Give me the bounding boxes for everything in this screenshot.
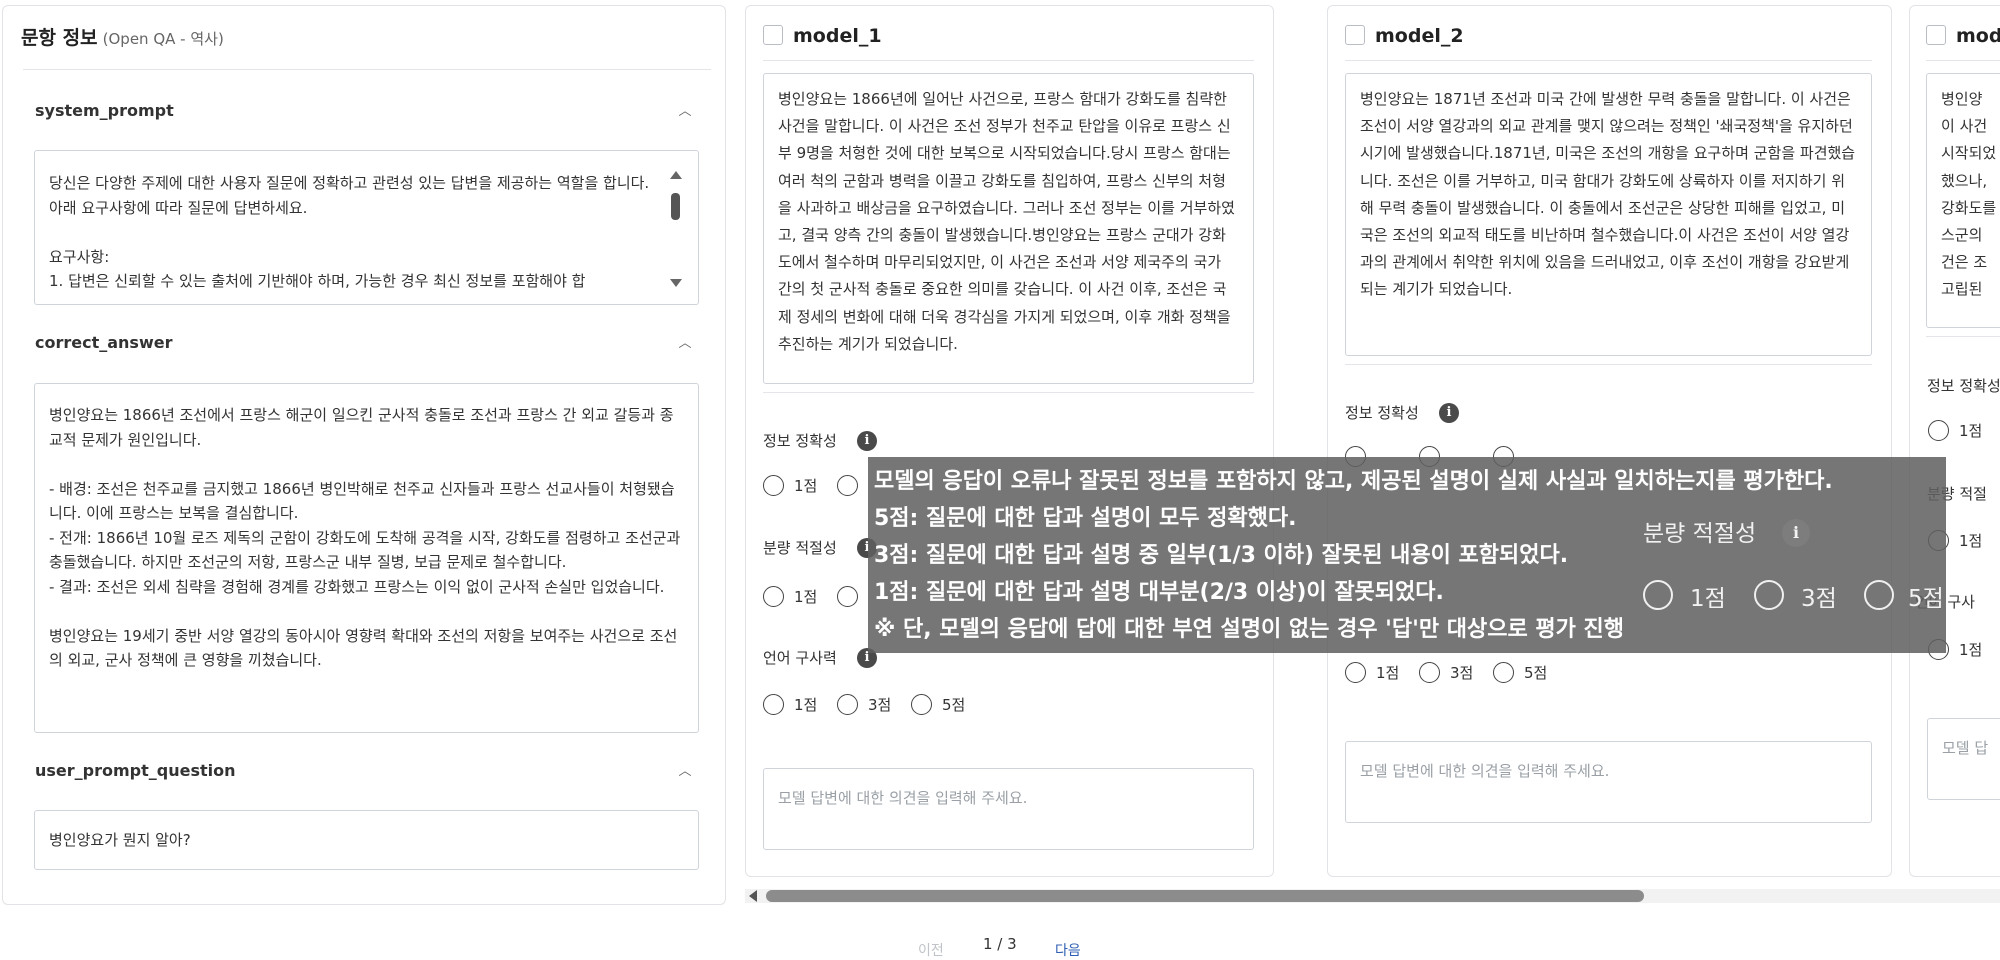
radio-label: 1점 [794,477,818,495]
model-1-divider [763,60,1254,61]
tooltip-ghost-radio [1754,580,1784,610]
criteria-label-quantity: 분량 적절성 [763,539,837,557]
user-question-box: 병인양요가 뭔지 알아? [34,810,699,870]
radio-language-3[interactable] [1419,662,1440,683]
model-1-answer-box: 병인양요는 1866년에 일어난 사건으로, 프랑스 함대가 강화도를 침략한 … [763,73,1254,384]
radio-label: 3점 [868,696,892,714]
radio-label: 1점 [1959,641,1983,659]
radio-label: 3점 [1450,664,1474,682]
criteria-tooltip: 모델의 응답이 오류나 잘못된 정보를 포함하지 않고, 제공된 설명이 실제 … [868,457,1946,653]
radio-label: 1점 [1959,422,1983,440]
correct-answer-text: 병인양요는 1866년 조선에서 프랑스 해군이 일으킨 군사적 충돌로 조선과… [49,406,681,669]
model-3-answer-box: 병인양 이 사건 시작되었 했으나, 강화도를 스군의 건은 조 고립된 [1926,73,2000,328]
tooltip-ghost-radio [1864,580,1894,610]
model-card-3: mode 병인양 이 사건 시작되었 했으나, 강화도를 스군의 건은 조 고립… [1909,5,2000,877]
vertical-scrollbar-thumb[interactable] [671,193,680,220]
chevron-up-icon[interactable]: ︿ [677,336,693,352]
criteria-label-accuracy: 정보 정확성 [1345,404,1419,422]
section-title-system-prompt: system_prompt [35,101,174,120]
criteria-label-accuracy: 정보 정확성 [1927,377,2000,395]
panel-subtitle: (Open QA - 역사) [102,30,224,48]
system-prompt-text: 당신은 다양한 주제에 대한 사용자 질문에 정확하고 관련성 있는 답변을 제… [49,174,650,290]
radio-label: 1점 [794,588,818,606]
question-info-panel: 문항 정보 (Open QA - 역사) system_prompt ︿ 당신은… [2,5,726,905]
info-icon[interactable]: i [857,431,877,451]
radio-label: 1점 [794,696,818,714]
model-3-title: mode [1956,25,2000,47]
radio-label: 5점 [1524,664,1548,682]
radio-accuracy-3[interactable] [837,475,858,496]
model-2-comment-input[interactable]: 모델 답변에 대한 의견을 입력해 주세요. [1345,741,1872,823]
chevron-up-icon[interactable]: ︿ [677,764,693,780]
radio-language-5[interactable] [1493,662,1514,683]
radio-accuracy-1[interactable] [1928,420,1949,441]
model-3-comment-input[interactable]: 모델 답 [1927,718,2000,800]
tooltip-ghost-radio [1643,580,1673,610]
model-3-checkbox[interactable] [1926,25,1946,45]
model-3-divider [1926,60,2000,61]
scroll-up-icon[interactable] [670,171,682,179]
info-icon[interactable]: i [1439,403,1459,423]
radio-language-1[interactable] [1345,662,1366,683]
model-card-2: model_2 병인양요는 1871년 조선과 미국 간에 발생한 무력 충돌을… [1327,5,1892,877]
chevron-up-icon[interactable]: ︿ [677,104,693,120]
model-2-title: model_2 [1375,25,1464,47]
section-title-correct-answer: correct_answer [35,333,173,352]
pagination-prev[interactable]: 이전 [918,940,944,960]
model-3-divider-2 [1926,336,2000,337]
user-question-text: 병인양요가 뭔지 알아? [49,831,191,849]
radio-language-1[interactable] [763,694,784,715]
radio-quantity-1[interactable] [763,586,784,607]
radio-accuracy-1[interactable] [763,475,784,496]
model-2-answer-text: 병인양요는 1871년 조선과 미국 간에 발생한 무력 충돌을 말합니다. 이… [1360,90,1858,299]
criteria-label-accuracy: 정보 정확성 [763,432,837,450]
model-2-divider-2 [1345,364,1872,365]
correct-answer-box: 병인양요는 1866년 조선에서 프랑스 해군이 일으킨 군사적 충돌로 조선과… [34,383,699,733]
radio-language-3[interactable] [837,694,858,715]
scroll-down-icon[interactable] [670,279,682,287]
model-1-checkbox[interactable] [763,25,783,45]
panel-title-text: 문항 정보 [21,27,98,49]
tooltip-line: 모델의 응답이 오류나 잘못된 정보를 포함하지 않고, 제공된 설명이 실제 … [874,469,1833,494]
model-1-divider-2 [763,392,1254,393]
section-title-user-prompt-question: user_prompt_question [35,761,236,780]
pagination-next[interactable]: 다음 [1055,940,1081,960]
model-1-comment-input[interactable]: 모델 답변에 대한 의견을 입력해 주세요. [763,768,1254,850]
tooltip-line: 1점: 질문에 대한 답과 설명 대부분(2/3 이상)이 잘못되었다. [874,580,1444,605]
model-2-checkbox[interactable] [1345,25,1365,45]
panel-divider [23,69,711,70]
panel-title: 문항 정보 (Open QA - 역사) [21,23,224,50]
radio-language-5[interactable] [911,694,932,715]
radio-label: 1점 [1959,532,1983,550]
radio-label: 5점 [942,696,966,714]
model-card-1: model_1 병인양요는 1866년에 일어난 사건으로, 프랑스 함대가 강… [745,5,1274,877]
info-icon: i [1782,519,1810,547]
tooltip-ghost-label: 분량 적절성 [1643,521,1757,547]
model-1-answer-text: 병인양요는 1866년에 일어난 사건으로, 프랑스 함대가 강화도를 침략한 … [778,90,1236,353]
criteria-label-language: 언어 구사력 [763,649,837,667]
tooltip-line: ※ 단, 모델의 응답에 답에 대한 부연 설명이 없는 경우 '답'만 대상으… [874,617,1624,642]
pagination-current: 1 / 3 [983,935,1017,953]
model-1-title: model_1 [793,25,882,47]
horizontal-scrollbar-thumb[interactable] [766,890,1644,902]
tooltip-ghost-label: 5점 [1908,586,1944,612]
system-prompt-box[interactable]: 당신은 다양한 주제에 대한 사용자 질문에 정확하고 관련성 있는 답변을 제… [34,150,699,305]
model-2-answer-box: 병인양요는 1871년 조선과 미국 간에 발생한 무력 충돌을 말합니다. 이… [1345,73,1872,356]
model-3-answer-text: 병인양 이 사건 시작되었 했으나, 강화도를 스군의 건은 조 고립된 [1941,90,1997,299]
radio-label: 1점 [1376,664,1400,682]
model-2-divider [1345,60,1872,61]
scroll-left-icon[interactable] [749,890,757,902]
tooltip-ghost-label: 3점 [1801,586,1837,612]
radio-quantity-3[interactable] [837,586,858,607]
tooltip-ghost-label: 1점 [1690,586,1726,612]
